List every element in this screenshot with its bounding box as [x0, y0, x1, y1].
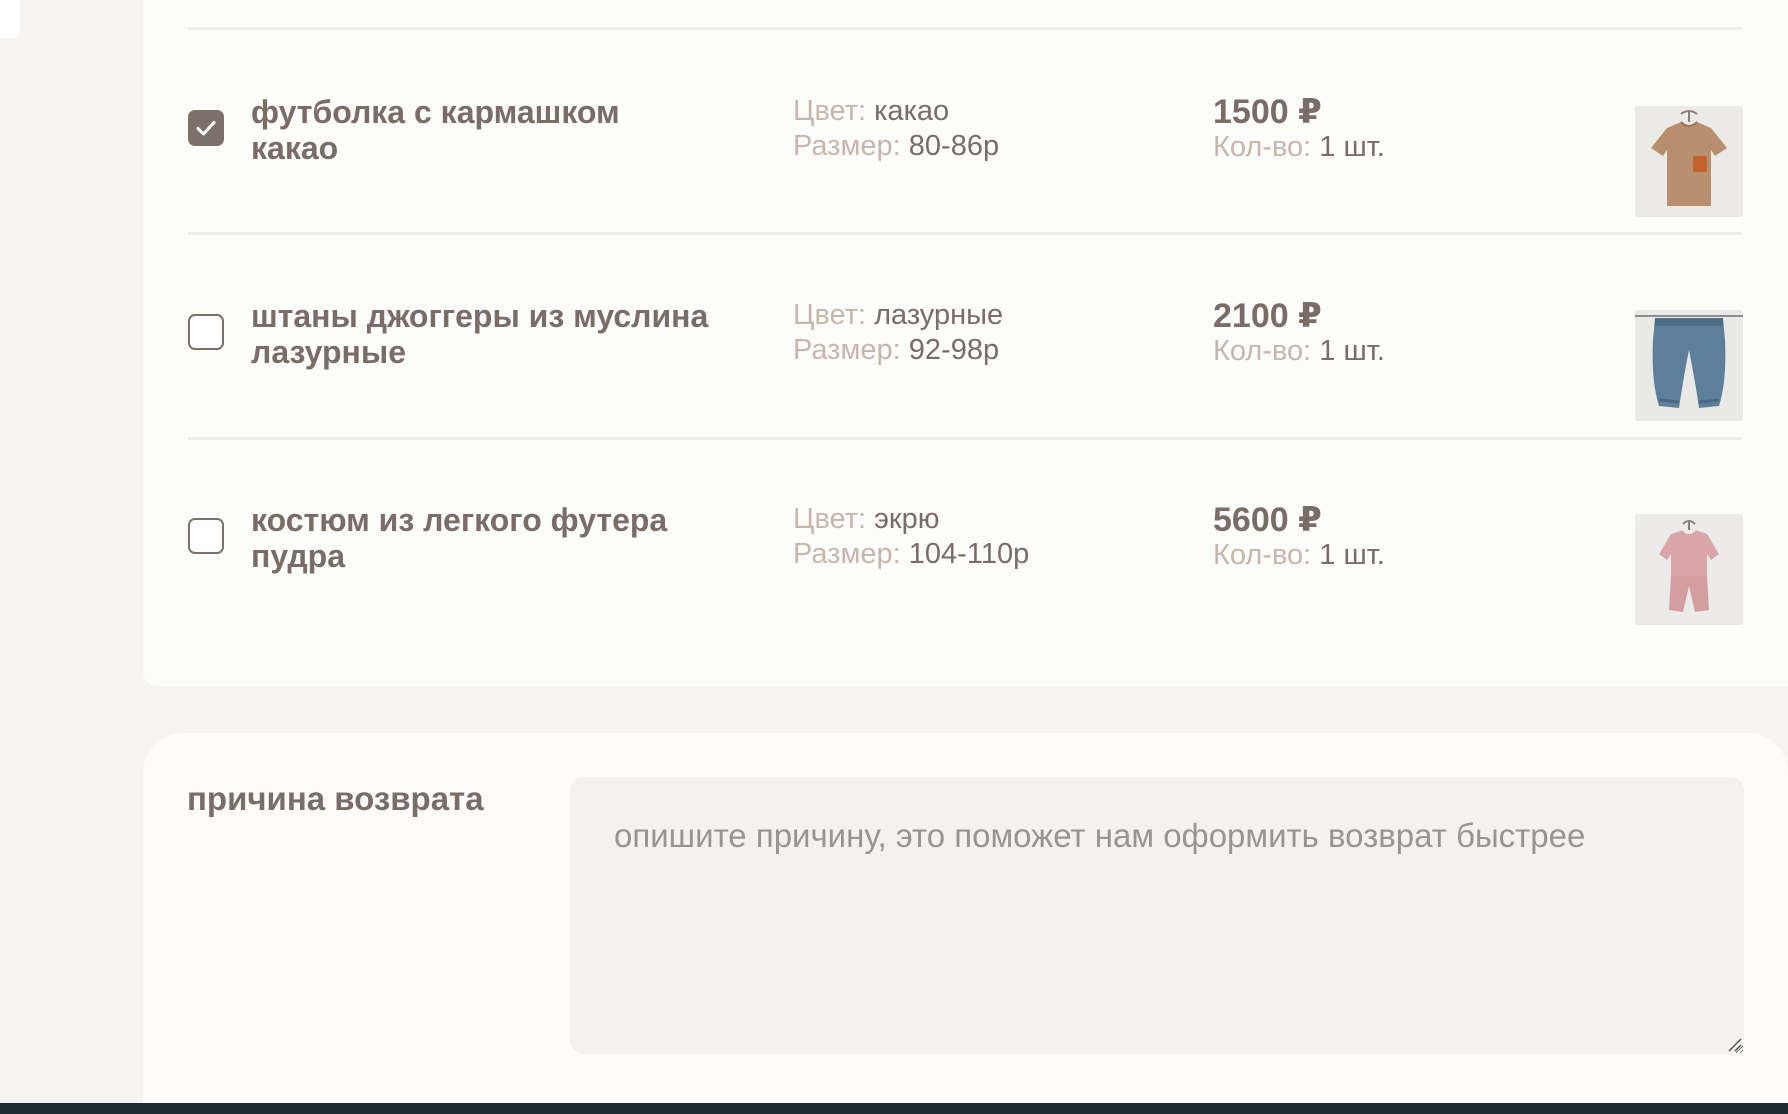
item-properties: Цвет: какао Размер: 80-86р — [793, 94, 1173, 164]
color-value: экрю — [874, 503, 940, 535]
bottom-edge-bar — [0, 1103, 1788, 1114]
item-price: 1500 ₽ — [1213, 93, 1322, 131]
item-select-checkbox[interactable] — [188, 110, 224, 146]
order-item: футболка с кармашком какао Цвет: какао Р… — [188, 30, 1743, 230]
color-value: лазурные — [874, 299, 1004, 331]
item-select-checkbox[interactable] — [188, 518, 224, 554]
item-select-checkbox[interactable] — [188, 314, 224, 350]
side-panel-edge — [0, 0, 20, 38]
item-price-block: 2100 ₽ Кол-во: 1 шт. — [1213, 298, 1533, 369]
item-price-block: 5600 ₽ Кол-во: 1 шт. — [1213, 502, 1533, 573]
size-value: 92-98р — [908, 334, 1000, 366]
suit-image[interactable] — [1635, 514, 1743, 625]
item-price: 2100 ₽ — [1213, 297, 1322, 335]
resize-handle-icon[interactable] — [1726, 1036, 1742, 1052]
item-name: костюм из легкого футера пудра — [251, 502, 668, 574]
color-label: Цвет: — [793, 95, 867, 127]
item-name: футболка с кармашком какао — [251, 94, 620, 166]
size-value: 104-110р — [908, 538, 1030, 570]
suit-icon — [1635, 514, 1743, 625]
quantity-value: 1 шт. — [1319, 131, 1385, 163]
size-value: 80-86р — [908, 130, 1000, 162]
item-name: штаны джоггеры из муслина лазурные — [251, 298, 709, 370]
quantity-label: Кол-во: — [1213, 539, 1312, 571]
item-price: 5600 ₽ — [1213, 501, 1322, 539]
item-properties: Цвет: лазурные Размер: 92-98р — [793, 298, 1173, 368]
item-properties: Цвет: экрю Размер: 104-110р — [793, 502, 1173, 572]
quantity-value: 1 шт. — [1319, 335, 1385, 367]
quantity-value: 1 шт. — [1319, 539, 1385, 571]
color-label: Цвет: — [793, 503, 867, 535]
color-label: Цвет: — [793, 299, 867, 331]
size-label: Размер: — [793, 538, 901, 570]
size-label: Размер: — [793, 334, 901, 366]
checkmark-icon — [196, 121, 216, 136]
order-item: штаны джоггеры из муслина лазурные Цвет:… — [188, 234, 1743, 434]
pants-icon — [1635, 310, 1743, 421]
quantity-label: Кол-во: — [1213, 131, 1312, 163]
tshirt-image[interactable] — [1635, 106, 1743, 217]
return-reason-textarea[interactable] — [570, 777, 1744, 1054]
color-value: какао — [874, 95, 950, 127]
jogger-pants-image[interactable] — [1635, 310, 1743, 421]
order-item: костюм из легкого футера пудра Цвет: экр… — [188, 438, 1743, 638]
return-reason-label: причина возврата — [187, 780, 484, 817]
size-label: Размер: — [793, 130, 901, 162]
quantity-label: Кол-во: — [1213, 335, 1312, 367]
page: футболка с кармашком какао Цвет: какао Р… — [0, 0, 1788, 1114]
tshirt-icon — [1635, 106, 1743, 217]
item-price-block: 1500 ₽ Кол-во: 1 шт. — [1213, 94, 1533, 165]
